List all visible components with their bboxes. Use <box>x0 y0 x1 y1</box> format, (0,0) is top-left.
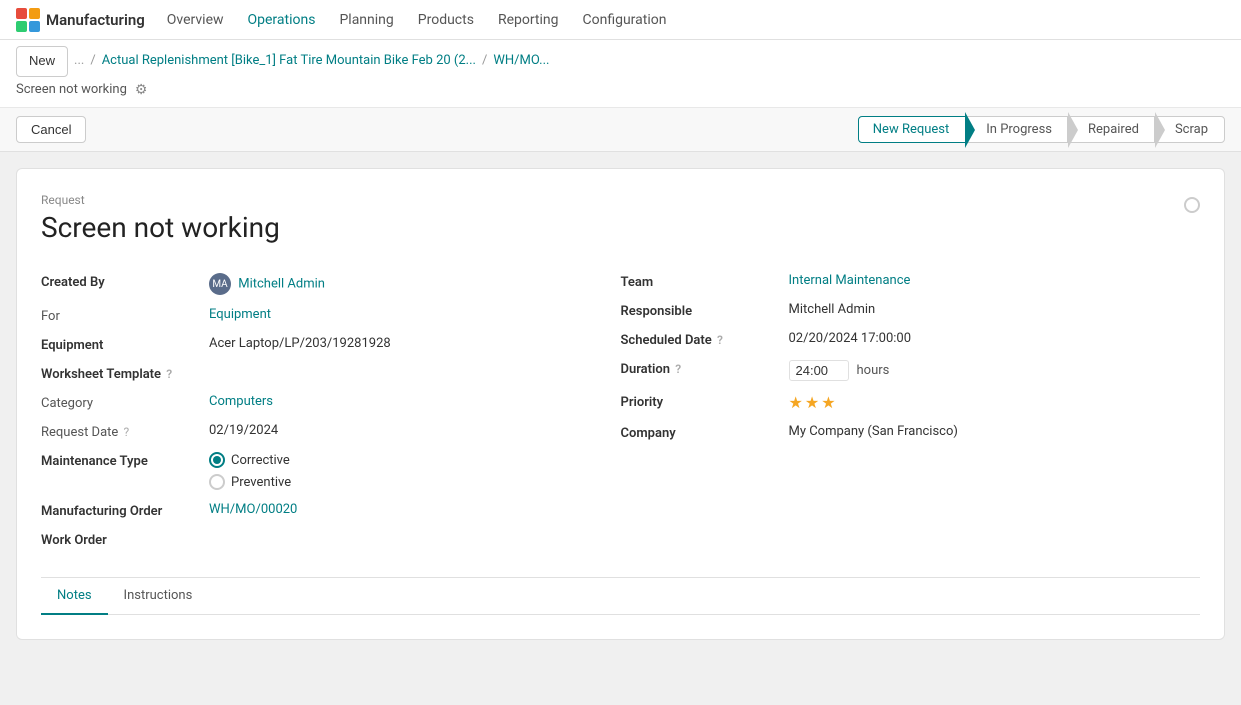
request-label: Request <box>41 193 280 207</box>
work-order-row: Work Order <box>41 526 621 553</box>
company-value: My Company (San Francisco) <box>789 424 1201 439</box>
nav-configuration[interactable]: Configuration <box>573 6 677 34</box>
status-repaired[interactable]: Repaired <box>1067 116 1155 143</box>
duration-value-row: hours <box>789 360 890 381</box>
corrective-radio[interactable] <box>209 452 225 468</box>
worksheet-row: Worksheet Template ? <box>41 360 621 387</box>
form-grid: Created By MA Mitchell Admin For Equipme… <box>41 268 1200 553</box>
category-row: Category Computers <box>41 389 621 416</box>
breadcrumb-bar: New ... / Actual Replenishment [Bike_1] … <box>0 40 1241 108</box>
category-label: Category <box>41 394 201 411</box>
duration-input[interactable] <box>789 360 849 381</box>
gear-icon[interactable]: ⚙ <box>135 79 148 101</box>
tab-notes[interactable]: Notes <box>41 578 108 615</box>
nav-reporting[interactable]: Reporting <box>488 6 569 34</box>
manufacturing-order-label: Manufacturing Order <box>41 502 201 519</box>
status-circle <box>1184 197 1200 213</box>
for-label: For <box>41 307 201 324</box>
status-bar: New Request In Progress Repaired Scrap <box>858 116 1225 143</box>
team-row: Team Internal Maintenance <box>621 268 1201 295</box>
breadcrumb-dots[interactable]: ... <box>74 51 84 72</box>
breadcrumb-crumb2[interactable]: WH/MO... <box>493 51 549 72</box>
toolbar: Cancel New Request In Progress Repaired … <box>0 108 1241 152</box>
team-label: Team <box>621 273 781 290</box>
scheduled-date-value[interactable]: 02/20/2024 17:00:00 <box>789 331 1201 346</box>
app-name: Manufacturing <box>46 11 145 29</box>
for-value[interactable]: Equipment <box>209 307 621 322</box>
scheduled-date-label: Scheduled Date ? <box>621 331 781 348</box>
maintenance-type-label: Maintenance Type <box>41 452 201 469</box>
created-by-row: Created By MA Mitchell Admin <box>41 268 621 300</box>
preventive-radio[interactable] <box>209 474 225 490</box>
priority-label: Priority <box>621 393 781 410</box>
responsible-value: Mitchell Admin <box>789 302 1201 317</box>
equipment-label: Equipment <box>41 336 201 353</box>
nav-planning[interactable]: Planning <box>329 6 403 34</box>
worksheet-label: Worksheet Template ? <box>41 365 201 382</box>
responsible-row: Responsible Mitchell Admin <box>621 297 1201 324</box>
nav-products[interactable]: Products <box>408 6 484 34</box>
top-nav: Manufacturing Overview Operations Planni… <box>0 0 1241 40</box>
scheduled-date-row: Scheduled Date ? 02/20/2024 17:00:00 <box>621 326 1201 353</box>
duration-unit: hours <box>857 363 890 378</box>
new-button[interactable]: New <box>16 46 68 77</box>
created-by-value: MA Mitchell Admin <box>209 273 621 295</box>
request-date-row: Request Date ? 02/19/2024 <box>41 418 621 445</box>
request-date-value[interactable]: 02/19/2024 <box>209 423 621 438</box>
corrective-option[interactable]: Corrective <box>209 452 291 468</box>
duration-label: Duration ? <box>621 360 781 377</box>
priority-stars[interactable]: ★★★ <box>789 393 838 412</box>
created-by-label: Created By <box>41 273 201 290</box>
request-date-hint: ? <box>124 425 130 439</box>
maintenance-type-row: Maintenance Type Corrective Preventive <box>41 447 621 495</box>
form-right-col: Team Internal Maintenance Responsible Mi… <box>621 268 1201 553</box>
app-logo[interactable]: Manufacturing <box>16 8 145 32</box>
equipment-row: Equipment Acer Laptop/LP/203/19281928 <box>41 331 621 358</box>
form-card: Request Screen not working Created By MA… <box>16 168 1225 640</box>
breadcrumb-current: Screen not working <box>16 80 127 101</box>
breadcrumb-crumb1[interactable]: Actual Replenishment [Bike_1] Fat Tire M… <box>102 51 476 72</box>
worksheet-hint: ? <box>166 367 172 381</box>
nav-operations[interactable]: Operations <box>238 6 326 34</box>
main-content: Request Screen not working Created By MA… <box>0 152 1241 705</box>
status-new-request[interactable]: New Request <box>858 116 966 143</box>
tabs-container: Notes Instructions <box>41 577 1200 615</box>
company-label: Company <box>621 424 781 441</box>
company-row: Company My Company (San Francisco) <box>621 419 1201 446</box>
for-row: For Equipment <box>41 302 621 329</box>
duration-hint: ? <box>675 362 681 376</box>
nav-overview[interactable]: Overview <box>157 6 234 34</box>
manufacturing-order-value[interactable]: WH/MO/00020 <box>209 502 621 517</box>
preventive-option[interactable]: Preventive <box>209 474 291 490</box>
cancel-button[interactable]: Cancel <box>16 116 86 143</box>
work-order-label: Work Order <box>41 531 201 548</box>
maintenance-type-options: Corrective Preventive <box>209 452 291 490</box>
scheduled-date-hint: ? <box>717 333 723 347</box>
category-value[interactable]: Computers <box>209 394 621 409</box>
breadcrumb-sep-1: / <box>90 51 95 72</box>
form-left-col: Created By MA Mitchell Admin For Equipme… <box>41 268 621 553</box>
tabs-list: Notes Instructions <box>41 578 1200 615</box>
duration-row: Duration ? hours <box>621 355 1201 386</box>
status-in-progress[interactable]: In Progress <box>965 116 1068 143</box>
responsible-label: Responsible <box>621 302 781 319</box>
toolbar-left: Cancel <box>16 116 86 143</box>
request-date-label: Request Date ? <box>41 423 201 440</box>
priority-row: Priority ★★★ <box>621 388 1201 417</box>
form-title[interactable]: Screen not working <box>41 211 280 244</box>
avatar: MA <box>209 273 231 295</box>
manufacturing-order-row: Manufacturing Order WH/MO/00020 <box>41 497 621 524</box>
tab-instructions[interactable]: Instructions <box>108 578 209 615</box>
team-value[interactable]: Internal Maintenance <box>789 273 1201 288</box>
breadcrumb-sep-2: / <box>482 51 487 72</box>
equipment-value: Acer Laptop/LP/203/19281928 <box>209 336 621 351</box>
